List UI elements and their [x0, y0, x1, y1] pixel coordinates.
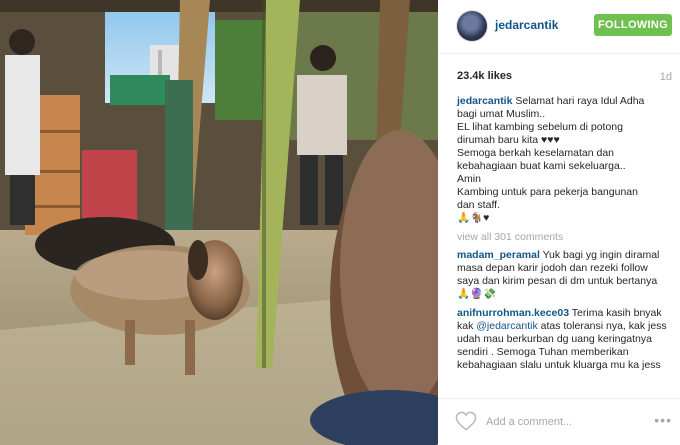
caption: jedarcantik Selamat hari raya Idul Adha …	[438, 95, 680, 225]
avatar[interactable]	[457, 11, 487, 41]
post-header: jedarcantik FOLLOWING	[438, 0, 680, 54]
caption-author[interactable]: jedarcantik	[457, 95, 512, 107]
post-author-username[interactable]: jedarcantik	[495, 18, 558, 32]
comment-item: anifnurrohman.kece03 Terima kasih bnyak …	[438, 307, 680, 372]
likes-count[interactable]: 23.4k likes	[457, 70, 512, 82]
post-photo[interactable]	[0, 0, 438, 445]
post-age[interactable]: 1d	[660, 71, 672, 83]
post-footer: •••	[438, 398, 680, 445]
comment-author[interactable]: madam_peramal	[457, 249, 540, 261]
caption-line: kebahagiaan buat kami sekeluarga..	[457, 160, 626, 172]
post-sidebar: jedarcantik FOLLOWING 23.4k likes 1d jed…	[438, 0, 680, 445]
more-options-icon[interactable]: •••	[654, 413, 672, 427]
comments-list[interactable]: jedarcantik Selamat hari raya Idul Adha …	[438, 95, 680, 395]
instagram-post: jedarcantik FOLLOWING 23.4k likes 1d jed…	[0, 0, 680, 445]
goat-photo-image	[0, 0, 438, 445]
caption-line: Semoga berkah keselamatan dan	[457, 147, 615, 159]
comment-author[interactable]: anifnurrohman.kece03	[457, 307, 569, 319]
following-button[interactable]: FOLLOWING	[594, 14, 672, 36]
view-all-comments-link[interactable]: view all 301 comments	[438, 231, 680, 243]
add-comment-input[interactable]	[486, 415, 636, 429]
caption-line: Kambing untuk para pekerja bangunan	[457, 186, 638, 198]
caption-line: 🙏🐐♥	[457, 212, 490, 224]
caption-line: dirumah baru kita ♥♥♥	[457, 134, 560, 146]
caption-line: Amin	[457, 173, 481, 185]
heart-outline-icon[interactable]	[455, 411, 477, 431]
caption-first-line: Selamat hari raya Idul Adha	[515, 95, 645, 107]
caption-lines: bagi umat Muslim.. EL lihat kambing sebe…	[457, 108, 670, 225]
comment-mention[interactable]: @jedarcantik	[476, 320, 537, 332]
caption-line: dan staff.	[457, 199, 501, 211]
caption-line: bagi umat Muslim..	[457, 108, 546, 120]
comment-item: madam_peramal Yuk bagi yg ingin diramal …	[438, 249, 680, 301]
post-meta: 23.4k likes 1d	[457, 70, 672, 86]
caption-line: EL lihat kambing sebelum di potong	[457, 121, 623, 133]
